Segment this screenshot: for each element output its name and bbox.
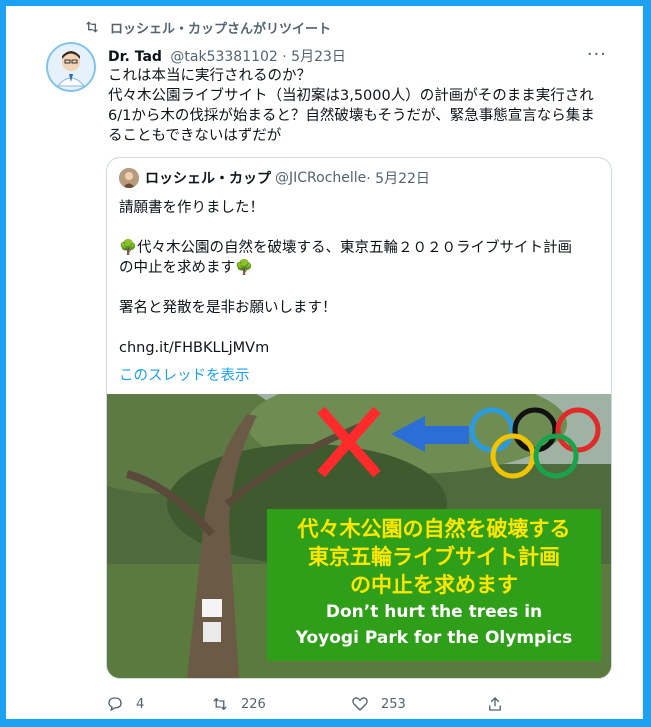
show-thread-link[interactable]: このスレッドを表示: [119, 364, 250, 385]
more-options-icon[interactable]: ···: [587, 44, 607, 65]
retweet-icon: [86, 21, 98, 33]
quoted-tweet-date[interactable]: · 5月22日: [366, 168, 430, 188]
quoted-tweet-text: 請願書を作りました！ 🌳代々木公園の自然を破壊する、東京五輪２０２０ライブサイト…: [119, 200, 573, 316]
retweet-context[interactable]: ロッシェル・カップさんがリツイート: [84, 17, 331, 37]
quoted-avatar-image: [119, 168, 139, 188]
reply-count: 4: [136, 696, 145, 712]
heart-icon: [352, 697, 368, 711]
tweet-header: Dr. Tad @tak53381102 · 5月23日: [108, 46, 346, 66]
tweet-date[interactable]: · 5月23日: [282, 49, 346, 65]
banner-jp-line-3: の中止を求めます: [350, 573, 518, 597]
retweet-button[interactable]: 226: [211, 695, 351, 713]
banner-jp-line-1: 代々木公園の自然を破壊する: [297, 517, 571, 541]
quoted-author-handle[interactable]: @JICRochelle: [275, 170, 366, 186]
retweet-action-icon: [213, 697, 227, 711]
banner-jp-line-2: 東京五輪ライブサイト計画: [308, 545, 560, 569]
share-button[interactable]: [486, 695, 546, 713]
quoted-image[interactable]: 代々木公園の自然を破壊する 東京五輪ライブサイト計画 の中止を求めます Don’…: [107, 394, 611, 678]
retweet-context-label: ロッシェル・カップさんがリツイート: [110, 21, 332, 37]
quoted-avatar[interactable]: [119, 168, 139, 188]
petition-banner: 代々木公園の自然を破壊する 東京五輪ライブサイト計画 の中止を求めます Don’…: [267, 509, 601, 661]
tweet-text: これは本当に実行されるのか？ 代々木公園ライブサイト（当初案は3,5000人）の…: [108, 68, 595, 144]
quoted-author-name[interactable]: ロッシェル・カップ: [145, 168, 271, 188]
tweet-card[interactable]: ロッシェル・カップさんがリツイート Dr. Tad @tak53381102 ·…: [6, 6, 643, 719]
tweet-actions: 4 226 253: [106, 694, 606, 714]
like-count: 253: [381, 696, 406, 712]
author-name[interactable]: Dr. Tad: [108, 49, 162, 65]
quoted-tweet[interactable]: ロッシェル・カップ @JICRochelle · 5月22日 請願書を作りました…: [106, 157, 612, 679]
avatar[interactable]: [46, 42, 96, 92]
reply-button[interactable]: 4: [106, 695, 211, 713]
like-button[interactable]: 253: [351, 695, 486, 713]
share-icon: [489, 697, 501, 711]
quoted-tweet-header: ロッシェル・カップ @JICRochelle · 5月22日: [119, 168, 430, 188]
petition-link[interactable]: chng.it/FHBKLLjMVm: [119, 340, 269, 356]
author-handle[interactable]: @tak53381102: [170, 49, 277, 65]
retweet-count: 226: [241, 696, 266, 712]
banner-en-line-1: Don’t hurt the trees in: [325, 602, 543, 622]
avatar-image: [46, 42, 96, 92]
banner-en-line-2: Yoyogi Park for the Olympics: [295, 628, 573, 648]
reply-icon: [108, 697, 122, 712]
